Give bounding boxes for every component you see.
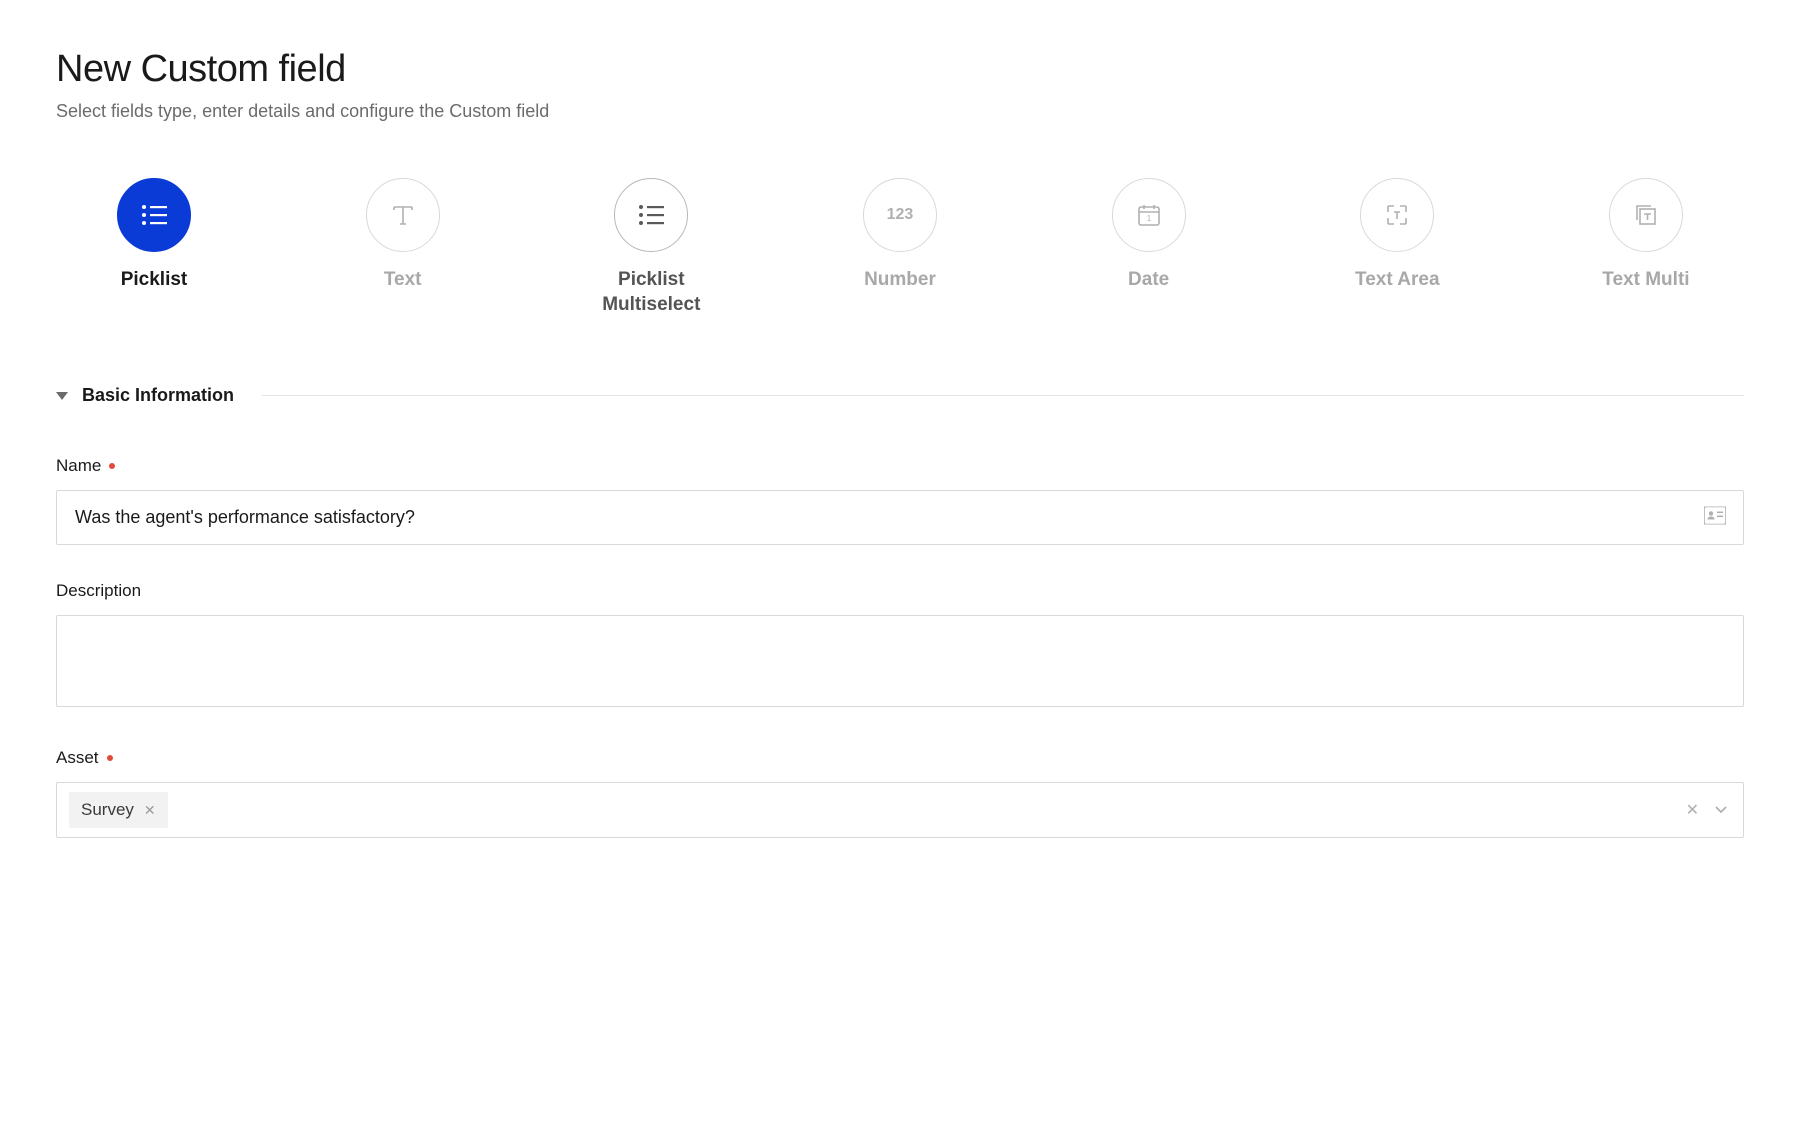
calendar-icon: 1 xyxy=(1112,178,1186,252)
text-multi-icon xyxy=(1609,178,1683,252)
asset-select[interactable]: Survey ✕ ✕ xyxy=(56,782,1744,838)
field-type-label: Number xyxy=(864,268,936,293)
asset-label: Asset xyxy=(56,748,1744,768)
name-label: Name xyxy=(56,456,1744,476)
field-type-selector: Picklist Text Picklist Multiselect 123 N xyxy=(84,178,1716,317)
id-card-icon[interactable] xyxy=(1704,506,1726,529)
chip-remove-icon[interactable]: ✕ xyxy=(144,803,156,817)
field-type-label: Picklist xyxy=(121,268,188,293)
description-label: Description xyxy=(56,581,1744,601)
field-type-label: Text Multi xyxy=(1602,268,1689,293)
picklist-icon xyxy=(117,178,191,252)
section-title: Basic Information xyxy=(82,385,234,406)
required-indicator xyxy=(109,463,115,469)
field-type-label: Date xyxy=(1128,268,1169,293)
clear-icon[interactable]: ✕ xyxy=(1682,796,1703,824)
section-header-basic-information: Basic Information xyxy=(56,385,1744,406)
number-icon: 123 xyxy=(863,178,937,252)
text-icon xyxy=(366,178,440,252)
field-type-label: Text xyxy=(384,268,422,293)
field-type-picklist-multiselect[interactable]: Picklist Multiselect xyxy=(581,178,721,317)
text-area-icon xyxy=(1360,178,1434,252)
field-type-text-area[interactable]: Text Area xyxy=(1327,178,1467,293)
chevron-down-icon[interactable] xyxy=(1711,797,1731,823)
field-type-picklist[interactable]: Picklist xyxy=(84,178,224,293)
field-type-label: Picklist Multiselect xyxy=(581,268,721,317)
picklist-icon xyxy=(614,178,688,252)
disclosure-triangle-icon[interactable] xyxy=(56,392,68,400)
page-title: New Custom field xyxy=(56,48,1744,91)
field-type-text-multi[interactable]: Text Multi xyxy=(1576,178,1716,293)
name-input[interactable] xyxy=(56,490,1744,545)
svg-text:1: 1 xyxy=(1146,214,1151,223)
required-indicator xyxy=(107,755,113,761)
field-type-date[interactable]: 1 Date xyxy=(1079,178,1219,293)
page-subtitle: Select fields type, enter details and co… xyxy=(56,101,1744,122)
asset-chip-survey: Survey ✕ xyxy=(69,792,168,828)
section-divider xyxy=(262,395,1744,396)
field-type-label: Text Area xyxy=(1355,268,1439,293)
field-type-text[interactable]: Text xyxy=(333,178,473,293)
description-input[interactable] xyxy=(56,615,1744,707)
field-type-number[interactable]: 123 Number xyxy=(830,178,970,293)
